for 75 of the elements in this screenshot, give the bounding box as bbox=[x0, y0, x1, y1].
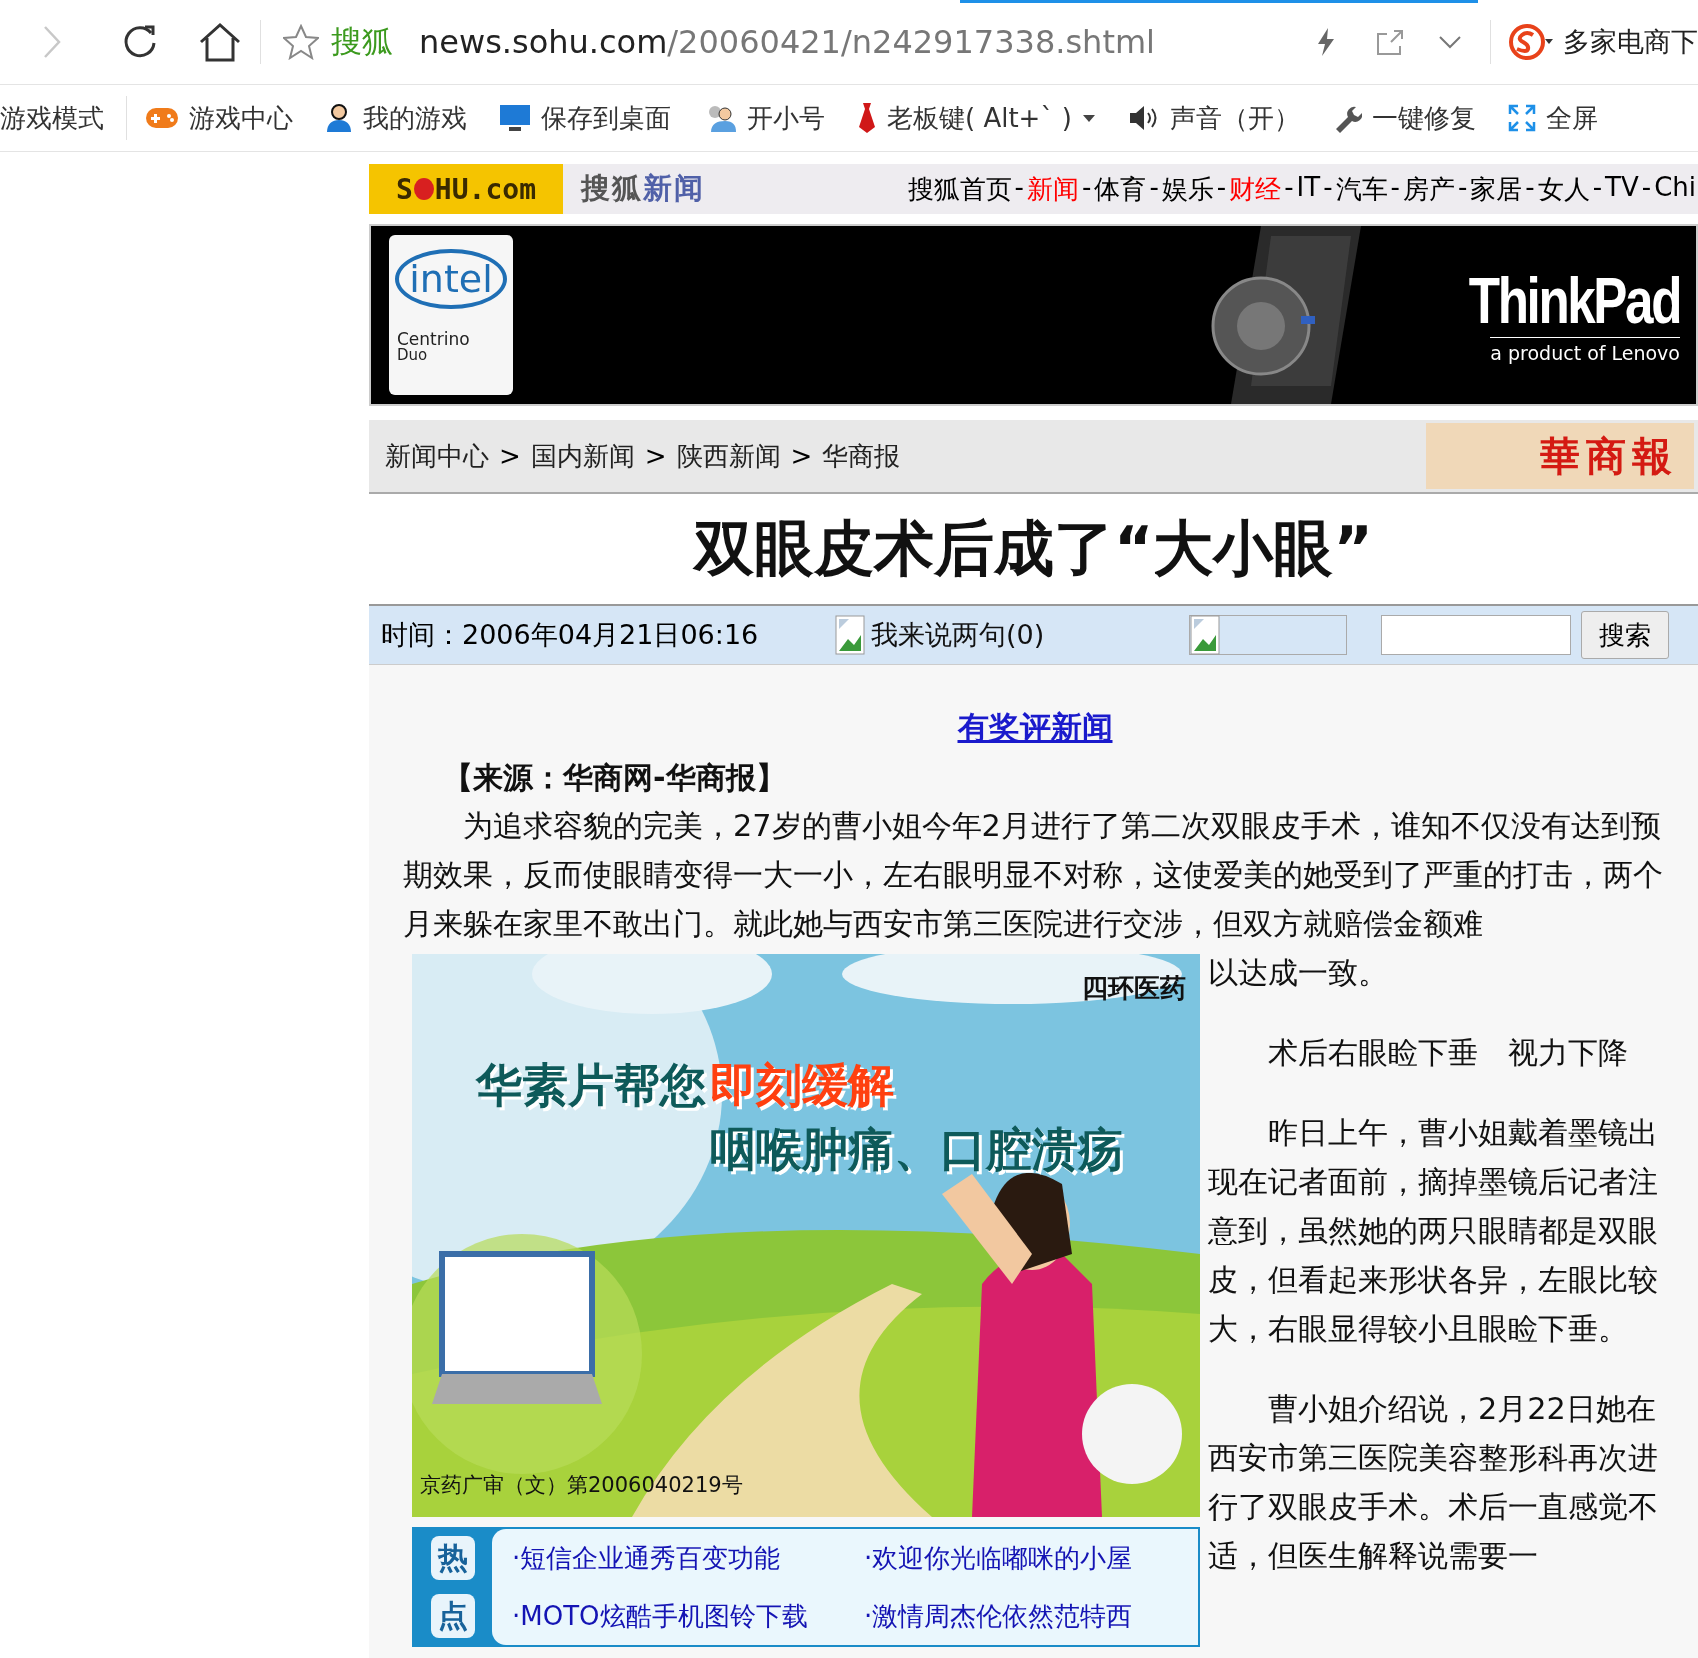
logo-text: Centrino bbox=[397, 331, 470, 348]
nav-separator: - bbox=[1082, 171, 1092, 204]
toolbar-item[interactable]: 开小号 bbox=[703, 100, 825, 136]
ad-approval-number: 京药广审（文）第2006040219号 bbox=[420, 1474, 743, 1498]
nav-link[interactable]: 体育 bbox=[1094, 171, 1147, 207]
article-paragraph: 曹小姐介绍说，2月22日她在西安市第三医院美容整形科再次进行了双眼皮手术。术后一直感觉不适，但医生解释说需要一 bbox=[1208, 1390, 1659, 1575]
publish-time: 时间：2006年04月21日06:16 bbox=[381, 618, 760, 652]
hot-badge: 点 bbox=[431, 1594, 475, 1638]
breadcrumb-link[interactable]: 新闻中心 bbox=[385, 438, 489, 474]
newspaper-logo[interactable]: 華商報 bbox=[1426, 423, 1694, 489]
nav-link[interactable]: 搜狐首页 bbox=[907, 171, 1012, 207]
nav-separator: - bbox=[1014, 171, 1024, 204]
article-paragraph: 以达成一致。 bbox=[1208, 954, 1389, 992]
ad-headline-accent: 即刻缓解 bbox=[710, 1060, 894, 1111]
nav-link[interactable]: 汽车 bbox=[1335, 171, 1388, 207]
breadcrumb-link[interactable]: 陕西新闻 bbox=[676, 438, 781, 474]
toolbar-item[interactable]: 游戏模式 bbox=[0, 100, 104, 136]
nav-separator: - bbox=[1390, 171, 1400, 204]
ad-banner[interactable]: intel Centrino Duo ThinkPad a product of Lenovo bbox=[369, 224, 1698, 406]
toolbar-item[interactable]: 全屏 bbox=[1507, 100, 1598, 136]
nav-separator: - bbox=[1284, 171, 1294, 204]
article-paragraph: 为追求容貌的完美，27岁的曹小姐今年2月进行了第二次双眼皮手术，谁知不仅没有达到预期效果，反而使眼睛变得一大一小，左右眼明显不对称，这使爱美的她受到了严重的打击，两个月来躲在家里不敢出门。就此她与西安市第三医院进行交涉，但双方就赔偿金额难 bbox=[403, 807, 1664, 943]
brand-logo: ThinkPad bbox=[1468, 266, 1680, 337]
brand-tagline: a product of Lenovo bbox=[1490, 336, 1680, 364]
ad-image[interactable]: 四环医药 华素片帮您即刻缓解 咽喉肿痛、口腔溃疡 京药广审（文）第2006040219号 bbox=[412, 954, 1200, 1517]
nav-link[interactable]: TV bbox=[1605, 171, 1639, 207]
extension-label[interactable]: 多家电商下 bbox=[1563, 24, 1698, 60]
toolbar-item[interactable]: 保存到桌面 bbox=[499, 100, 671, 136]
breadcrumb-link[interactable]: 国内新闻 bbox=[530, 438, 635, 474]
breadcrumb-separator: > bbox=[499, 441, 521, 471]
search-button[interactable]: 搜索 bbox=[1581, 611, 1669, 659]
nav-link[interactable]: 女人 bbox=[1537, 171, 1590, 207]
toolbar-item[interactable]: 老板键( Alt+` ) bbox=[857, 100, 1096, 136]
nav-separator: - bbox=[1525, 171, 1535, 204]
ad-subheadline: 咽喉肿痛、口腔溃疡 bbox=[710, 1124, 1124, 1175]
nav-link[interactable]: 家居 bbox=[1470, 171, 1523, 207]
section-title: 搜狐 bbox=[581, 170, 643, 207]
article-paragraph: 昨日上午，曹小姐戴着墨镜出现在记者面前，摘掉墨镜后记者注意到，虽然她的两只眼睛都是双眼皮，但看起来形状各异，左眼比较大，右眼显得较小且眼睑下垂。 bbox=[1208, 1114, 1659, 1348]
nav-separator: - bbox=[1592, 171, 1603, 204]
logo-text: HU.com bbox=[434, 172, 536, 206]
logo-text: intel bbox=[395, 249, 507, 309]
toolbar-item[interactable]: 游戏中心 bbox=[145, 100, 293, 136]
hot-badge: 热 bbox=[431, 1536, 475, 1580]
toolbar-item[interactable]: 我的游戏 bbox=[325, 100, 467, 136]
hot-link[interactable]: ·短信企业通秀百变功能 bbox=[512, 1530, 864, 1586]
breadcrumb-separator: > bbox=[790, 441, 813, 471]
logo-text: Duo bbox=[397, 348, 428, 363]
comments-link[interactable]: 我来说两句(0) bbox=[835, 615, 1189, 655]
section-subheading: 术后右眼睑下垂 视力下降 bbox=[1267, 1034, 1629, 1072]
nav-separator: - bbox=[1323, 171, 1333, 204]
toolbar-item[interactable]: 声音（开） bbox=[1127, 100, 1300, 136]
breadcrumb-link[interactable]: 华商报 bbox=[822, 438, 901, 474]
logo-text: S bbox=[396, 172, 413, 206]
ad-brand: 四环医药 bbox=[1082, 974, 1186, 1003]
article-title: 双眼皮术后成了“大小眼” bbox=[691, 511, 1374, 585]
hot-link[interactable]: ·MOTO炫酷手机图铃下载 bbox=[512, 1588, 864, 1644]
nav-separator: - bbox=[1641, 171, 1652, 204]
article-source: 【来源：华商网-华商报】 bbox=[443, 758, 787, 797]
nav-separator: - bbox=[1216, 171, 1227, 204]
hot-link[interactable]: ·欢迎你光临嘟咪的小屋 bbox=[864, 1530, 1198, 1586]
section-title: 新闻 bbox=[643, 170, 705, 207]
toolbar-item[interactable]: 一键修复 bbox=[1331, 100, 1476, 136]
hot-link[interactable]: ·激情周杰伦依然范特西 bbox=[864, 1588, 1198, 1644]
nav-link[interactable]: Chi bbox=[1654, 171, 1696, 207]
nav-link[interactable]: 房产 bbox=[1402, 171, 1455, 207]
nav-link[interactable]: IT bbox=[1296, 171, 1321, 207]
nav-separator: - bbox=[1149, 171, 1159, 204]
nav-link[interactable]: 娱乐 bbox=[1161, 171, 1214, 207]
url-text[interactable]: news.sohu.com/20060421/n242917338.shtml bbox=[419, 23, 1155, 61]
breadcrumb-separator: > bbox=[644, 441, 667, 471]
sohu-logo[interactable]: S HU.com bbox=[369, 164, 563, 214]
promo-link[interactable]: 有奖评新闻 bbox=[957, 707, 1113, 747]
ad-headline: 华素片帮您 bbox=[476, 1060, 706, 1111]
site-name: 搜狐 bbox=[331, 22, 393, 61]
nav-separator: - bbox=[1457, 171, 1468, 204]
